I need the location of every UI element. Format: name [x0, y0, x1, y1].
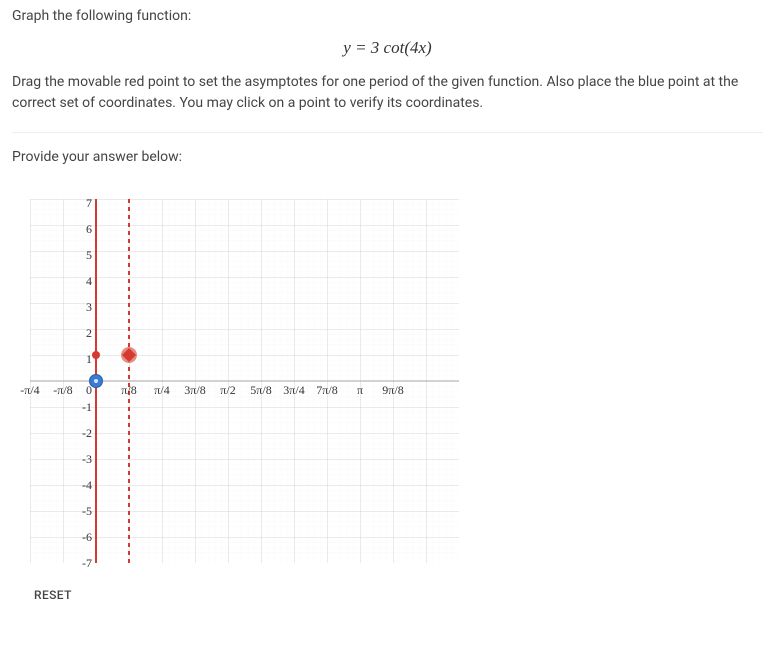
svg-text:-7: -7 — [82, 556, 92, 570]
reset-button[interactable]: RESET — [34, 588, 72, 602]
red-point-left[interactable] — [92, 351, 100, 359]
svg-text:4: 4 — [86, 274, 92, 288]
svg-text:5π/8: 5π/8 — [250, 383, 271, 397]
svg-text:3: 3 — [86, 300, 92, 314]
graph-canvas[interactable]: 7 6 5 4 3 2 1 0 -1 -2 -3 -4 -5 -6 -7 -π/… — [18, 185, 473, 577]
svg-text:3π/4: 3π/4 — [283, 383, 304, 397]
equation: y = 3 cot(4x) y = 3 cot(4x) — [12, 38, 763, 58]
svg-text:9π/8: 9π/8 — [382, 383, 403, 397]
svg-text:π/8: π/8 — [121, 383, 136, 397]
problem-instructions: Drag the movable red point to set the as… — [12, 72, 763, 114]
svg-text:2: 2 — [86, 326, 92, 340]
answer-prompt: Provide your answer below: — [12, 149, 763, 165]
svg-text:-π/8: -π/8 — [53, 383, 72, 397]
section-divider — [12, 132, 763, 133]
problem-title: Graph the following function: — [12, 8, 763, 24]
svg-text:π/2: π/2 — [220, 383, 235, 397]
coordinate-plane[interactable]: 7 6 5 4 3 2 1 0 -1 -2 -3 -4 -5 -6 -7 -π/… — [18, 185, 473, 577]
svg-text:3π/8: 3π/8 — [184, 383, 205, 397]
svg-text:-2: -2 — [82, 426, 92, 440]
blue-point[interactable] — [90, 375, 103, 388]
svg-text:-4: -4 — [82, 478, 92, 492]
red-point-right[interactable] — [121, 347, 137, 363]
svg-text:π/4: π/4 — [154, 383, 169, 397]
svg-text:7π/8: 7π/8 — [316, 383, 337, 397]
svg-text:-5: -5 — [82, 504, 92, 518]
svg-text:-3: -3 — [82, 452, 92, 466]
svg-text:-π/4: -π/4 — [20, 383, 39, 397]
svg-text:5: 5 — [86, 248, 92, 262]
svg-text:-1: -1 — [82, 400, 92, 414]
svg-text:6: 6 — [86, 222, 92, 236]
svg-text:-6: -6 — [82, 530, 92, 544]
svg-text:1: 1 — [86, 352, 92, 366]
svg-text:π: π — [357, 383, 363, 397]
svg-text:7: 7 — [86, 196, 92, 210]
